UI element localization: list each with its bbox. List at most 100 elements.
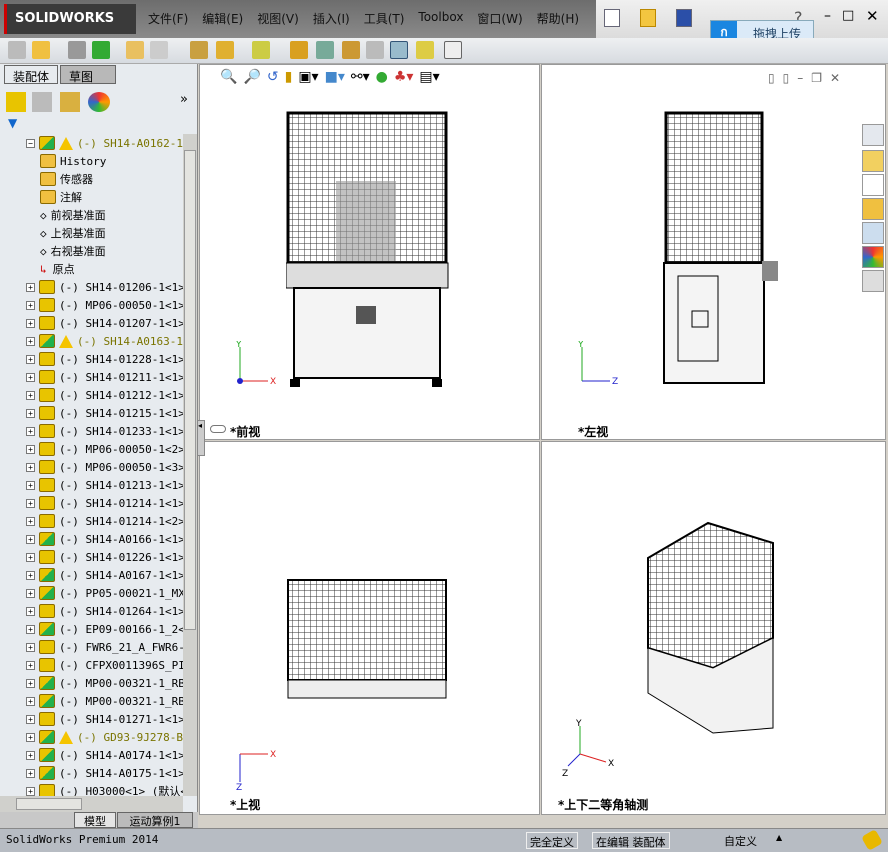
open-folder-icon[interactable]	[640, 9, 656, 27]
expand-toggle-icon[interactable]: +	[26, 786, 35, 796]
insert-component-icon[interactable]	[8, 41, 26, 59]
expand-toggle-icon[interactable]: +	[26, 624, 35, 634]
tree-item[interactable]: + (-) SH14-01207-1<1>	[26, 314, 183, 332]
menu-view[interactable]: 视图(V)	[257, 10, 299, 27]
menu-edit[interactable]: 编辑(E)	[202, 10, 243, 27]
tree-item[interactable]: ◇ 上视基准面	[40, 224, 106, 242]
expand-toggle-icon[interactable]: +	[26, 642, 35, 652]
expand-toggle-icon[interactable]: +	[26, 606, 35, 616]
view-orientation-icon[interactable]: ▣▾	[298, 69, 318, 85]
viewport-top[interactable]: ZX *上视	[199, 441, 540, 815]
tree-item[interactable]: + (-) PP05-00021-1_MXF	[26, 584, 183, 602]
tree-item[interactable]: + (-) SH14-01212-1<1>	[26, 386, 183, 404]
section-view-icon[interactable]: ▮	[285, 69, 293, 85]
assembly-features-icon[interactable]	[216, 41, 234, 59]
file-explorer-icon[interactable]	[862, 198, 884, 220]
expand-toggle-icon[interactable]: +	[26, 714, 35, 724]
zoom-to-fit-icon[interactable]: 🔍	[220, 69, 237, 85]
smart-fasteners-icon[interactable]	[126, 41, 144, 59]
expand-toggle-icon[interactable]: +	[26, 588, 35, 598]
maximize-button[interactable]: □	[842, 8, 854, 23]
new-motion-study-icon[interactable]	[290, 41, 308, 59]
expand-toggle-icon[interactable]: +	[26, 516, 35, 526]
viewport-front[interactable]: YX *前视 🔍 🔎 ↺ ▮ ▣▾ ■▾ ⚯▾ ● ♣▾ ▤▾	[199, 64, 540, 440]
explode-line-icon[interactable]	[366, 41, 384, 59]
zoom-area-icon[interactable]: 🔎	[243, 69, 260, 85]
tree-item[interactable]: + (-) SH14-01211-1<1>	[26, 368, 183, 386]
expand-toggle-icon[interactable]: +	[26, 282, 35, 292]
two-view-icon[interactable]: ▯	[783, 71, 790, 85]
tab-assembly[interactable]: 装配体	[4, 65, 59, 84]
tree-item[interactable]: ◇ 右视基准面	[40, 242, 106, 260]
minimize-button[interactable]: –	[824, 8, 831, 24]
tab-motion-study[interactable]: 运动算例1	[117, 812, 193, 828]
expand-toggle-icon[interactable]: +	[26, 696, 35, 706]
tree-item[interactable]: + (-) SH14-01233-1<1>	[26, 422, 183, 440]
menu-insert[interactable]: 插入(I)	[313, 10, 350, 27]
move-component-icon[interactable]	[150, 41, 168, 59]
link-views-icon[interactable]	[210, 425, 226, 433]
tree-item[interactable]: + (-) MP06-00050-1<2>	[26, 440, 183, 458]
expand-toggle-icon[interactable]: +	[26, 354, 35, 364]
scene-icon[interactable]: ♣▾	[394, 69, 414, 85]
mate-icon[interactable]	[68, 41, 86, 59]
tree-item[interactable]: + (-) SH14-A0167-1<1>	[26, 566, 183, 584]
tag-icon[interactable]	[861, 829, 883, 851]
solidworks-logo[interactable]: SOLIDWORKS	[4, 4, 136, 34]
view-palette-icon[interactable]	[862, 222, 884, 244]
tree-item[interactable]: + (-) SH14-01226-1<1>	[26, 548, 183, 566]
display-manager-icon[interactable]	[88, 92, 110, 112]
new-document-icon[interactable]	[604, 9, 620, 27]
viewport-left[interactable]: ▯ ▯ – ❐ ✕ YZ *左视	[541, 64, 886, 440]
exploded-view-icon[interactable]	[342, 41, 360, 59]
expand-toggle-icon[interactable]: −	[26, 138, 35, 148]
expand-toggle-icon[interactable]: +	[26, 444, 35, 454]
tree-item[interactable]: + (-) MP06-00050-1<3>	[26, 458, 183, 476]
show-hidden-icon[interactable]	[190, 41, 208, 59]
save-icon[interactable]	[676, 9, 692, 27]
bill-of-materials-icon[interactable]	[316, 41, 334, 59]
viewport-close-icon[interactable]: ✕	[830, 71, 840, 85]
tree-item[interactable]: + (-) EP09-00166-1_2<1	[26, 620, 183, 638]
expand-toggle-icon[interactable]: +	[26, 498, 35, 508]
menu-window[interactable]: 窗口(W)	[477, 10, 522, 27]
expand-toggle-icon[interactable]: +	[26, 390, 35, 400]
menu-help[interactable]: 帮助(H)	[537, 10, 579, 27]
tree-item[interactable]: + (-) SH14-01215-1<1>	[26, 404, 183, 422]
units-up-arrow-icon[interactable]: ▲	[776, 833, 782, 842]
new-part-icon[interactable]	[32, 41, 50, 59]
appearances-icon[interactable]	[862, 246, 884, 268]
configuration-manager-icon[interactable]	[60, 92, 80, 112]
tree-item[interactable]: + (-) SH14-01213-1<1>	[26, 476, 183, 494]
tree-item[interactable]: + (-) MP06-00050-1<1>	[26, 296, 183, 314]
tree-item[interactable]: − (-) SH14-A0162-1<1>	[26, 134, 183, 152]
tree-item[interactable]: ◇ 前视基准面	[40, 206, 106, 224]
expand-toggle-icon[interactable]: +	[26, 408, 35, 418]
expand-toggle-icon[interactable]: +	[26, 678, 35, 688]
tree-item[interactable]: + (-) SH14-01206-1<1>	[26, 278, 183, 296]
tree-item[interactable]: 注解	[40, 188, 82, 206]
tree-item[interactable]: + (-) SH14-A0174-1<1>	[26, 746, 183, 764]
viewport-minimize-icon[interactable]: –	[797, 71, 803, 85]
tree-item[interactable]: + (-) FWR6_21_A_FWR6-2	[26, 638, 183, 656]
tree-item[interactable]: History	[40, 152, 106, 170]
expand-toggle-icon[interactable]: +	[26, 732, 35, 742]
close-button[interactable]: ✕	[866, 7, 879, 25]
tree-item[interactable]: + (-) GD93-9J278-B<	[26, 728, 183, 746]
tree-item[interactable]: + (-) SH14-01214-1<2>	[26, 512, 183, 530]
expand-toggle-icon[interactable]: +	[26, 534, 35, 544]
expand-toggle-icon[interactable]: +	[26, 300, 35, 310]
expand-toggle-icon[interactable]: +	[26, 552, 35, 562]
interference-icon[interactable]	[416, 41, 434, 59]
linear-pattern-icon[interactable]	[92, 41, 110, 59]
single-view-icon[interactable]: ▯	[768, 71, 775, 85]
tree-vertical-scrollbar[interactable]	[183, 134, 197, 796]
viewport-isometric[interactable]: Y X Z *上下二等角轴测	[541, 441, 886, 815]
expand-toggle-icon[interactable]: +	[26, 480, 35, 490]
tree-item[interactable]: + (-) SH14-01264-1<1>	[26, 602, 183, 620]
viewport-restore-icon[interactable]: ❐	[811, 71, 822, 85]
feature-manager-icon[interactable]	[6, 92, 26, 112]
expand-toggle-icon[interactable]: +	[26, 570, 35, 580]
expand-toggle-icon[interactable]: +	[26, 768, 35, 778]
tree-item[interactable]: ↳ 原点	[40, 260, 75, 278]
